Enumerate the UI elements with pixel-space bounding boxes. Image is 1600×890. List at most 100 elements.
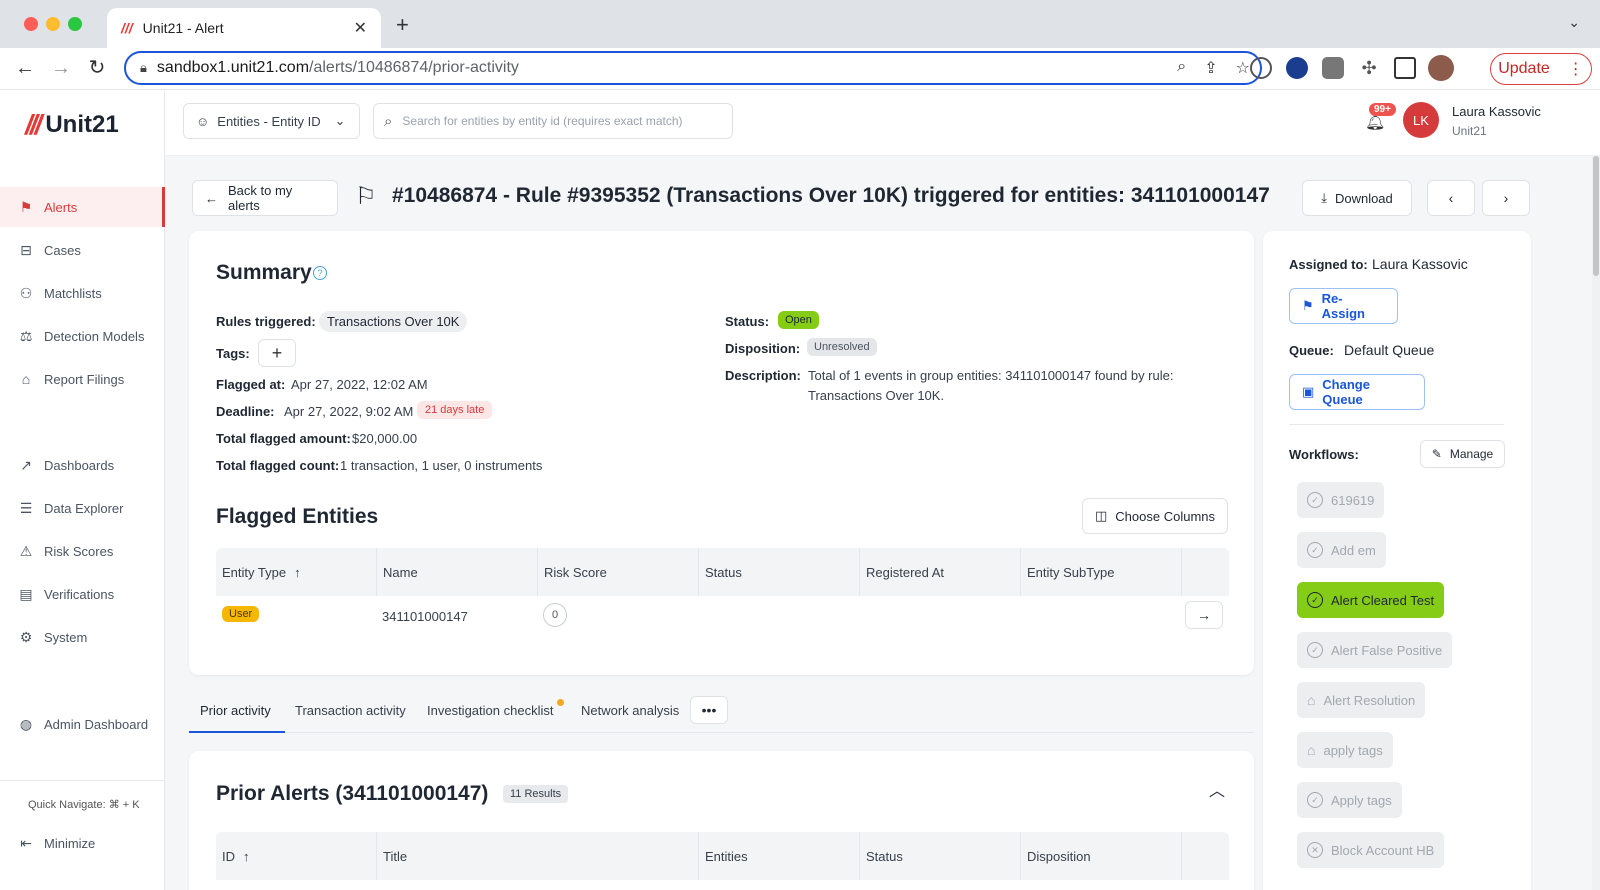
add-tag-button[interactable]: + <box>258 339 296 367</box>
workflow-button-add-em[interactable]: ✓ Add em <box>1297 532 1386 568</box>
column-label: ID <box>222 848 235 864</box>
open-entity-button[interactable]: → <box>1185 601 1223 629</box>
workflow-button-apply-tags-lower[interactable]: ⌂ apply tags <box>1297 732 1393 768</box>
total-count-label: Total flagged count: <box>216 458 340 473</box>
extension-1-icon[interactable] <box>1250 57 1272 79</box>
browser-tab[interactable]: /// Unit21 - Alert ✕ <box>107 8 381 48</box>
sort-arrow-up-icon: ↑ <box>294 564 301 580</box>
tab-search-chevron-icon[interactable]: ⌄ <box>1568 14 1580 31</box>
sidebar-item-label: Data Explorer <box>44 500 124 516</box>
sidebar: /// Unit21 ⚑ Alerts ⊟ Cases ⚇ Matchlists… <box>0 90 165 890</box>
avatar[interactable]: LK <box>1403 102 1439 138</box>
back-label: Back to my alerts <box>228 183 293 213</box>
summary-card: Summary ? Rules triggered: Transactions … <box>189 231 1254 675</box>
reassign-button[interactable]: ⚑ Re-Assign <box>1289 288 1398 324</box>
update-label: Update <box>1498 60 1550 77</box>
forward-arrow-icon[interactable]: → <box>49 57 73 79</box>
workflow-button-alert-resolution[interactable]: ⌂ Alert Resolution <box>1297 682 1426 718</box>
workflow-button-apply-tags[interactable]: ✓ Apply tags <box>1297 782 1402 818</box>
column-header-registered-at[interactable]: Registered At <box>860 548 1021 596</box>
update-button[interactable]: Update ⋮ <box>1490 53 1592 85</box>
bookmark-star-icon[interactable]: ☆ <box>1236 58 1250 78</box>
manage-workflows-button[interactable]: ✎ Manage <box>1420 440 1505 468</box>
warning-icon: ⚠ <box>19 542 33 559</box>
sidebar-item-verifications[interactable]: ▤ Verifications <box>0 574 165 614</box>
sidebar-item-risk-scores[interactable]: ⚠ Risk Scores <box>0 531 165 571</box>
tab-network-analysis[interactable]: Network analysis <box>581 703 679 718</box>
user-x-icon: ⚇ <box>19 284 33 301</box>
workflow-button-alert-false-positive[interactable]: ✓ Alert False Positive <box>1297 632 1453 668</box>
tab-close-icon[interactable]: ✕ <box>354 18 367 38</box>
address-bar[interactable]: 🔒︎ sandbox1.unit21.com/alerts/10486874/p… <box>124 51 1262 85</box>
extension-3-icon[interactable] <box>1322 57 1344 79</box>
sidebar-item-cases[interactable]: ⊟ Cases <box>0 230 165 270</box>
tabs-divider <box>189 732 1254 733</box>
sidebar-item-admin-dashboard[interactable]: ◍ Admin Dashboard <box>0 704 165 744</box>
logo[interactable]: /// Unit21 <box>25 109 119 141</box>
description-line-2: Transactions Over 10K. <box>808 388 945 403</box>
sidebar-item-alerts[interactable]: ⚑ Alerts <box>0 187 165 227</box>
puzzle-extensions-icon[interactable]: ✣ <box>1358 57 1380 79</box>
collapse-chevron-up-icon[interactable]: ︿ <box>1209 777 1225 801</box>
column-header-name[interactable]: Name <box>377 548 538 596</box>
column-header-status[interactable]: Status <box>860 832 1021 880</box>
arrow-right-icon: → <box>1197 607 1211 623</box>
help-icon[interactable]: ? <box>313 266 327 280</box>
extension-2-icon[interactable] <box>1286 57 1308 79</box>
reload-icon[interactable]: ↻ <box>85 57 109 79</box>
entity-search-input[interactable]: ⌕ Search for entities by entity id (requ… <box>373 103 733 139</box>
sidebar-item-detection-models[interactable]: ⚖ Detection Models <box>0 316 165 356</box>
workflow-label: Apply tags <box>1331 792 1392 808</box>
rule-chip[interactable]: Transactions Over 10K <box>319 311 468 332</box>
workflow-button-619619[interactable]: ✓ 619619 <box>1297 482 1385 518</box>
next-alert-button[interactable]: › <box>1482 180 1530 216</box>
collapse-left-icon: ⇤ <box>20 834 32 851</box>
close-window-button[interactable] <box>24 17 38 31</box>
previous-alert-button[interactable]: ‹ <box>1427 180 1475 216</box>
minimize-window-button[interactable] <box>46 17 60 31</box>
minimize-sidebar-button[interactable]: ⇤ Minimize <box>0 823 165 863</box>
share-icon[interactable]: ⇪ <box>1204 58 1217 78</box>
tab-transaction-activity[interactable]: Transaction activity <box>295 703 406 718</box>
workflow-button-alert-cleared-test[interactable]: ✓ Alert Cleared Test <box>1297 582 1445 618</box>
sidebar-item-matchlists[interactable]: ⚇ Matchlists <box>0 273 165 313</box>
tab-investigation-checklist[interactable]: Investigation checklist <box>427 703 553 718</box>
sidebar-item-label: Alerts <box>44 199 78 215</box>
column-header-id[interactable]: ID ↑ <box>216 832 377 880</box>
entity-type-badge: User <box>222 606 260 622</box>
sidebar-item-data-explorer[interactable]: ☰ Data Explorer <box>0 488 165 528</box>
column-header-title[interactable]: Title <box>377 832 699 880</box>
download-button[interactable]: ⤓ Download <box>1302 180 1412 216</box>
column-header-entities[interactable]: Entities <box>699 832 860 880</box>
back-to-alerts-button[interactable]: ← Back to my alerts <box>192 180 338 216</box>
entity-type-select[interactable]: ☺ Entities - Entity ID ⌄ <box>183 103 360 139</box>
sidebar-item-report-filings[interactable]: ⌂ Report Filings <box>0 359 165 399</box>
column-header-entity-type[interactable]: Entity Type ↑ <box>216 548 377 596</box>
workflow-button-block-account-hb[interactable]: ✕ Block Account HB <box>1297 832 1445 868</box>
column-header-risk-score[interactable]: Risk Score <box>538 548 699 596</box>
change-queue-button[interactable]: ▣ Change Queue <box>1289 374 1425 410</box>
column-header-status[interactable]: Status <box>699 548 860 596</box>
new-tab-button[interactable]: + <box>396 12 409 38</box>
url-host: sandbox1.unit21.com <box>156 59 310 76</box>
column-header-entity-subtype[interactable]: Entity SubType <box>1021 548 1182 596</box>
zoom-window-button[interactable] <box>68 17 82 31</box>
notifications-count-badge: 99+ <box>1369 103 1396 116</box>
back-arrow-icon[interactable]: ← <box>13 57 37 79</box>
zoom-icon[interactable]: ⌕ <box>1177 58 1186 78</box>
tab-prior-activity[interactable]: Prior activity <box>200 703 271 718</box>
scrollbar-thumb[interactable] <box>1593 156 1599 276</box>
more-tabs-button[interactable]: ••• <box>690 696 728 724</box>
manage-label: Manage <box>1449 447 1494 461</box>
sidepanel-icon[interactable] <box>1394 57 1416 79</box>
profile-avatar[interactable] <box>1428 55 1454 81</box>
url-path: /alerts/10486874/prior-activity <box>309 59 519 76</box>
tag-icon: ⌂ <box>1307 742 1316 758</box>
page-scrollbar[interactable] <box>1592 156 1600 890</box>
column-header-disposition[interactable]: Disposition <box>1021 832 1182 880</box>
choose-columns-button[interactable]: ◫ Choose Columns <box>1082 498 1228 534</box>
workflow-label: Alert Cleared Test <box>1331 592 1435 608</box>
sidebar-item-dashboards[interactable]: ↗ Dashboards <box>0 445 165 485</box>
sidebar-item-system[interactable]: ⚙ System <box>0 617 165 657</box>
queue-value: Default Queue <box>1344 342 1435 358</box>
